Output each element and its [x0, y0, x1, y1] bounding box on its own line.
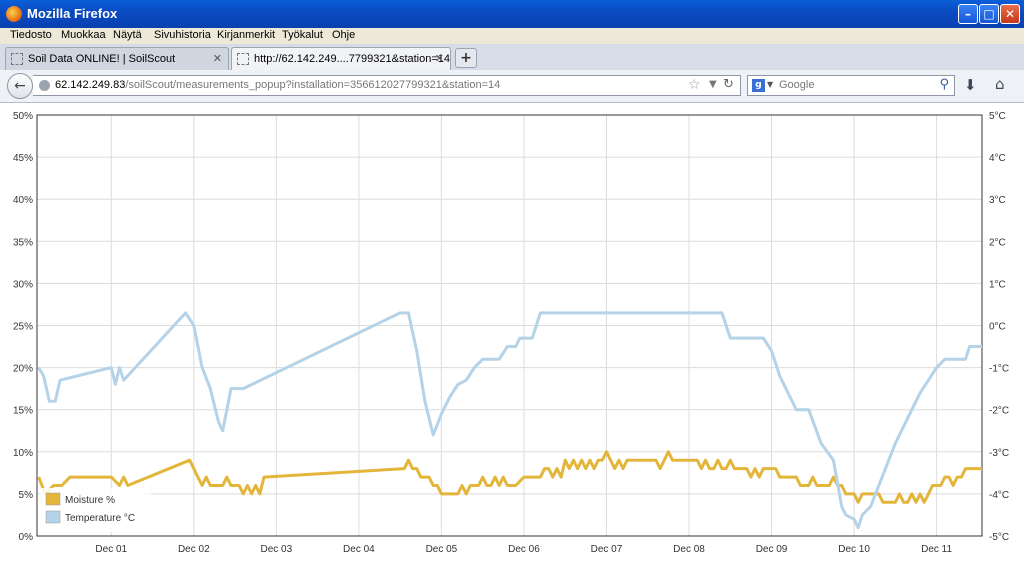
x-tick-label: Dec 11 — [921, 544, 952, 555]
engine-dropdown-icon[interactable]: ▼ — [767, 80, 773, 89]
search-icon[interactable]: ⚲ — [939, 77, 949, 92]
left-tick-label: 35% — [13, 237, 33, 248]
left-tick-label: 25% — [13, 322, 33, 333]
address-url: 62.142.249.83/soilScout/measurements_pop… — [55, 79, 500, 91]
tab-soil-data[interactable]: Soil Data ONLINE! | SoilScout ✕ — [5, 47, 229, 70]
back-button[interactable]: ← — [7, 73, 33, 99]
left-tick-label: 10% — [13, 448, 33, 459]
home-icon[interactable]: ⌂ — [995, 75, 1005, 93]
right-tick-label: -4°C — [989, 490, 1009, 501]
tab-measurements[interactable]: http://62.142.249....7799321&station=14 … — [231, 47, 451, 71]
legend-label-moisture: Moisture % — [65, 495, 115, 506]
new-tab-button[interactable]: + — [455, 48, 477, 68]
menu-item-sivuhistoria[interactable]: Sivuhistoria — [154, 29, 211, 41]
left-tick-label: 20% — [13, 364, 33, 375]
tab-strip: Soil Data ONLINE! | SoilScout ✕ http://6… — [0, 44, 1024, 71]
maximize-button[interactable]: □ — [979, 4, 999, 24]
globe-icon — [39, 80, 50, 91]
legend-swatch-temperature — [45, 510, 61, 524]
left-tick-label: 0% — [19, 532, 34, 543]
x-tick-label: Dec 04 — [343, 544, 375, 555]
window-title: Mozilla Firefox — [27, 6, 118, 21]
menu-bar: Tiedosto Muokkaa Näytä Sivuhistoria Kirj… — [0, 28, 1024, 44]
close-window-button[interactable]: ✕ — [1000, 4, 1020, 24]
tab-close-icon[interactable]: ✕ — [435, 52, 444, 65]
minimize-button[interactable]: – — [958, 4, 978, 24]
measurements-chart: 0% 5% 10% 15% 20% 25% 30% 35% 40% 45% 50% -5°C -4°C… — [13, 111, 1009, 555]
tab-label: Soil Data ONLINE! | SoilScout — [28, 53, 176, 65]
tab-close-icon[interactable]: ✕ — [213, 52, 222, 65]
x-tick-label: Dec 08 — [673, 544, 705, 555]
search-bar[interactable]: g ▼ Google ⚲ — [747, 75, 955, 96]
right-tick-label: 4°C — [989, 153, 1006, 164]
right-tick-label: 3°C — [989, 195, 1006, 206]
chart-grid — [37, 114, 982, 537]
x-tick-label: Dec 09 — [756, 544, 788, 555]
left-tick-label: 30% — [13, 279, 33, 290]
x-tick-label: Dec 06 — [508, 544, 540, 555]
x-tick-label: Dec 01 — [95, 544, 127, 555]
series-lines — [37, 311, 982, 530]
right-tick-label: -2°C — [989, 406, 1009, 417]
legend-label-temperature: Temperature °C — [65, 513, 135, 524]
reload-icon[interactable]: ↻ — [723, 77, 734, 92]
tab-label: http://62.142.249....7799321&station=14 — [254, 53, 451, 65]
x-tick-label: Dec 02 — [178, 544, 210, 555]
search-placeholder: Google — [779, 79, 815, 91]
left-tick-label: 5% — [19, 490, 34, 501]
temperature-series-line — [37, 311, 982, 530]
x-tick-label: Dec 03 — [261, 544, 293, 555]
menu-item-kirjanmerkit[interactable]: Kirjanmerkit — [217, 29, 275, 41]
right-tick-label: 1°C — [989, 279, 1006, 290]
menu-item-nayta[interactable]: Näytä — [113, 29, 142, 41]
menu-item-tiedosto[interactable]: Tiedosto — [10, 29, 52, 41]
navigation-bar: ← 62.142.249.83/soilScout/measurements_p… — [0, 70, 1024, 103]
right-axis-labels: -5°C -4°C -3°C -2°C -1°C 0°C 1°C 2°C 3°C 4°C 5°C — [989, 111, 1009, 543]
firefox-logo-icon — [6, 6, 22, 22]
menu-item-ohje[interactable]: Ohje — [332, 29, 355, 41]
right-tick-label: -5°C — [989, 532, 1009, 543]
address-bar[interactable]: 62.142.249.83/soilScout/measurements_pop… — [33, 75, 741, 96]
x-tick-label: Dec 10 — [838, 544, 870, 555]
left-tick-label: 50% — [13, 111, 33, 122]
right-tick-label: 5°C — [989, 111, 1006, 122]
menu-item-muokkaa[interactable]: Muokkaa — [61, 29, 106, 41]
url-path: /soilScout/measurements_popup?installati… — [125, 79, 501, 91]
chart-legend: Moisture % Temperature °C — [41, 488, 151, 532]
page-favicon-icon — [237, 53, 249, 65]
right-tick-label: -3°C — [989, 448, 1009, 459]
left-tick-label: 40% — [13, 195, 33, 206]
legend-swatch-moisture — [45, 492, 61, 506]
downloads-icon[interactable]: ⬇ — [964, 76, 977, 94]
google-engine-icon[interactable]: g — [752, 79, 765, 92]
x-tick-label: Dec 05 — [426, 544, 458, 555]
right-tick-label: 2°C — [989, 237, 1006, 248]
history-dropdown-icon[interactable]: ▼ — [709, 79, 717, 90]
left-axis-labels: 0% 5% 10% 15% 20% 25% 30% 35% 40% 45% 50% — [13, 111, 33, 543]
url-host: 62.142.249.83 — [55, 79, 126, 91]
x-axis-labels: Dec 01 Dec 02 Dec 03 Dec 04 Dec 05 Dec 06 Dec … — [95, 544, 952, 555]
page-favicon-icon — [11, 53, 23, 65]
bookmark-star-icon[interactable]: ☆ — [688, 77, 701, 93]
menu-item-tyokalut[interactable]: Työkalut — [282, 29, 323, 41]
x-tick-label: Dec 07 — [591, 544, 623, 555]
left-tick-label: 15% — [13, 406, 33, 417]
right-tick-label: 0°C — [989, 322, 1006, 333]
right-tick-label: -1°C — [989, 364, 1009, 375]
left-tick-label: 45% — [13, 153, 33, 164]
window-title-bar[interactable]: Mozilla Firefox – □ ✕ — [0, 0, 1024, 28]
